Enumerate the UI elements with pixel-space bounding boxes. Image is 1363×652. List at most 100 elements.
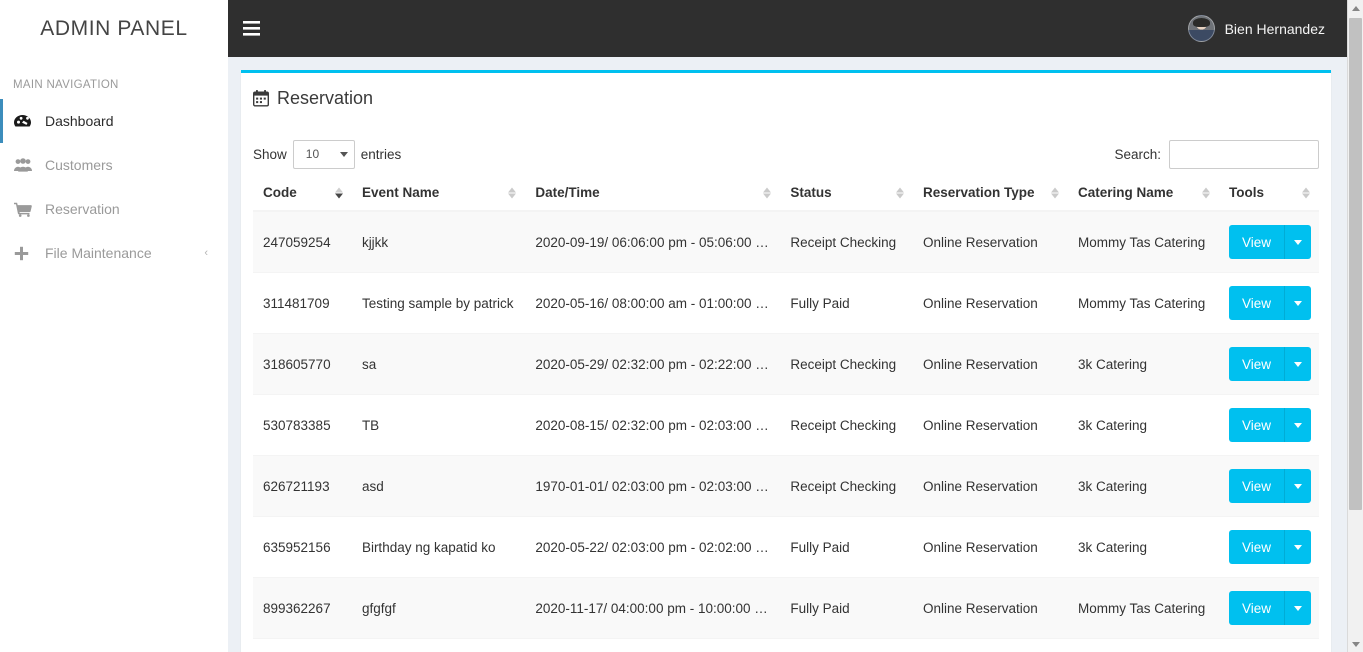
sort-icon: [1051, 187, 1060, 199]
column-header-label: Status: [790, 185, 832, 200]
chevron-up-icon: [1351, 5, 1360, 11]
top-navbar: Bien Hernandez: [228, 0, 1347, 57]
sidebar-item-customers[interactable]: Customers: [0, 143, 228, 187]
table-row: 530783385 TB 2020-08-15/ 02:32:00 pm - 02:…: [253, 394, 1319, 456]
cell-tools: View: [1218, 577, 1319, 639]
column-header-label: Code: [263, 185, 297, 200]
user-menu[interactable]: Bien Hernandez: [1187, 0, 1347, 57]
view-dropdown-toggle[interactable]: [1284, 408, 1312, 442]
cell-status: Receipt Checking: [780, 455, 913, 517]
column-header-event-name[interactable]: Event Name: [351, 176, 526, 212]
cell-code: 899362267: [253, 577, 352, 639]
search-input[interactable]: [1169, 139, 1319, 169]
entries-value: 10: [305, 147, 320, 161]
page-scrollbar[interactable]: [1347, 0, 1363, 652]
sidebar-item-dashboard[interactable]: Dashboard: [0, 99, 228, 143]
view-button[interactable]: View: [1228, 530, 1285, 564]
cell-tools: View: [1218, 638, 1319, 652]
column-header-label: Date/Time: [535, 185, 600, 200]
page-title: Reservation: [253, 88, 373, 109]
cell-event: Birthday ng kapatid ko: [351, 516, 526, 578]
cell-datetime: 2020-11-17/ 04:00:00 pm - 10:00:00 pm: [525, 577, 781, 639]
table-row: 311481709 Testing sample by patrick 2020-0…: [253, 272, 1319, 334]
cell-status: Receipt Checking: [780, 394, 913, 456]
cell-catering: Mommy Tas Catering: [1068, 210, 1219, 273]
sidebar-item-file-maintenance[interactable]: File Maintenance ‹: [0, 231, 228, 275]
cell-type: Online Reservation: [912, 272, 1069, 334]
cell-tools: View: [1218, 394, 1319, 456]
search-label: Search:: [1114, 146, 1161, 162]
table-row: 626721193 asd 1970-01-01/ 02:03:00 pm - 02…: [253, 455, 1319, 517]
entries-label: entries: [360, 146, 402, 162]
column-header-catering-name[interactable]: Catering Name: [1068, 176, 1219, 212]
view-dropdown-toggle[interactable]: [1284, 530, 1312, 564]
view-dropdown-toggle[interactable]: [1284, 469, 1312, 503]
reservation-table: Code Event Name Date/Time Status Reservation…: [253, 176, 1319, 652]
chevron-down-icon: [1294, 483, 1303, 489]
table-toolbar: Show 10 entries Search:: [253, 132, 1319, 176]
view-dropdown-toggle[interactable]: [1284, 225, 1312, 259]
sidebar: ADMIN PANEL MAIN NAVIGATION Dashboard Cus…: [0, 0, 228, 652]
cell-type: Online Reservation: [912, 455, 1069, 517]
view-button-group: View: [1228, 469, 1312, 503]
sort-icon: [895, 187, 904, 199]
sidebar-item-label: Dashboard: [45, 113, 114, 129]
column-header-date-time[interactable]: Date/Time: [525, 176, 781, 212]
view-dropdown-toggle[interactable]: [1284, 347, 1312, 381]
view-button[interactable]: View: [1228, 408, 1285, 442]
scrollbar-thumb[interactable]: [1349, 18, 1362, 510]
view-button[interactable]: View: [1228, 347, 1285, 381]
search-control: Search:: [1114, 139, 1319, 169]
cell-type: Online Reservation: [912, 333, 1069, 395]
cell-code: 311481709: [253, 272, 352, 334]
avatar: [1187, 15, 1215, 42]
view-button-group: View: [1228, 225, 1312, 259]
cell-type: Online Reservation: [912, 516, 1069, 578]
view-dropdown-toggle[interactable]: [1284, 286, 1312, 320]
cell-catering: 3k Catering: [1068, 516, 1219, 578]
cell-code: 530783385: [253, 394, 352, 456]
view-button-group: View: [1228, 286, 1312, 320]
view-dropdown-toggle[interactable]: [1284, 591, 1312, 625]
plus-icon: [14, 245, 36, 261]
view-button[interactable]: View: [1228, 591, 1285, 625]
cell-event: TB: [351, 394, 526, 456]
view-button[interactable]: View: [1228, 225, 1285, 259]
cell-status: Paid Initial Deposit: [780, 638, 913, 652]
column-header-status[interactable]: Status: [780, 176, 913, 212]
show-label: Show: [253, 146, 287, 162]
scroll-down-button[interactable]: [1348, 636, 1363, 652]
scroll-up-button[interactable]: [1348, 0, 1363, 16]
chevron-down-icon: [1294, 300, 1303, 306]
cell-catering: 3k Catering: [1068, 455, 1219, 517]
column-header-label: Event Name: [361, 185, 440, 200]
table-row: 899362267 gfgfgf 2020-11-17/ 04:00:00 pm -…: [253, 577, 1319, 639]
table-row: 318605770 sa 2020-05-29/ 02:32:00 pm - 02:…: [253, 333, 1319, 395]
cell-status: Receipt Checking: [780, 210, 913, 273]
cell-event: asd: [351, 455, 526, 517]
view-button[interactable]: View: [1228, 286, 1285, 320]
users-icon: [14, 157, 36, 173]
chevron-down-icon: [1294, 544, 1303, 550]
cell-type: Online Reservation: [912, 210, 1069, 273]
cell-catering: Mommy Tas Catering: [1068, 272, 1219, 334]
content-area: Reservation Show 10 entries Search: Code…: [228, 57, 1347, 652]
cell-tools: View: [1218, 210, 1319, 273]
table-row: 247059254 kjjkk 2020-09-19/ 06:06:00 pm - …: [253, 210, 1319, 273]
column-header-code[interactable]: Code: [253, 176, 352, 212]
panel-header: Reservation: [241, 73, 1331, 124]
view-button[interactable]: View: [1228, 469, 1285, 503]
column-header-tools[interactable]: Tools: [1218, 176, 1319, 212]
sidebar-item-reservation[interactable]: Reservation: [0, 187, 228, 231]
sort-icon: [334, 187, 343, 199]
sidebar-item-label: File Maintenance: [45, 245, 152, 261]
brand-logo[interactable]: ADMIN PANEL: [0, 0, 228, 57]
cell-status: Receipt Checking: [780, 333, 913, 395]
calendar-icon: [253, 90, 269, 107]
sidebar-toggle-button[interactable]: [228, 0, 274, 57]
sort-icon: [1201, 187, 1210, 199]
cell-catering: Mommy Tas Catering: [1068, 577, 1219, 639]
cell-datetime: 2020-05-23/ 02:03:00 pm - 08:04:00 am: [525, 638, 781, 652]
column-header-reservation-type[interactable]: Reservation Type: [912, 176, 1069, 212]
entries-select[interactable]: 10: [292, 139, 355, 169]
